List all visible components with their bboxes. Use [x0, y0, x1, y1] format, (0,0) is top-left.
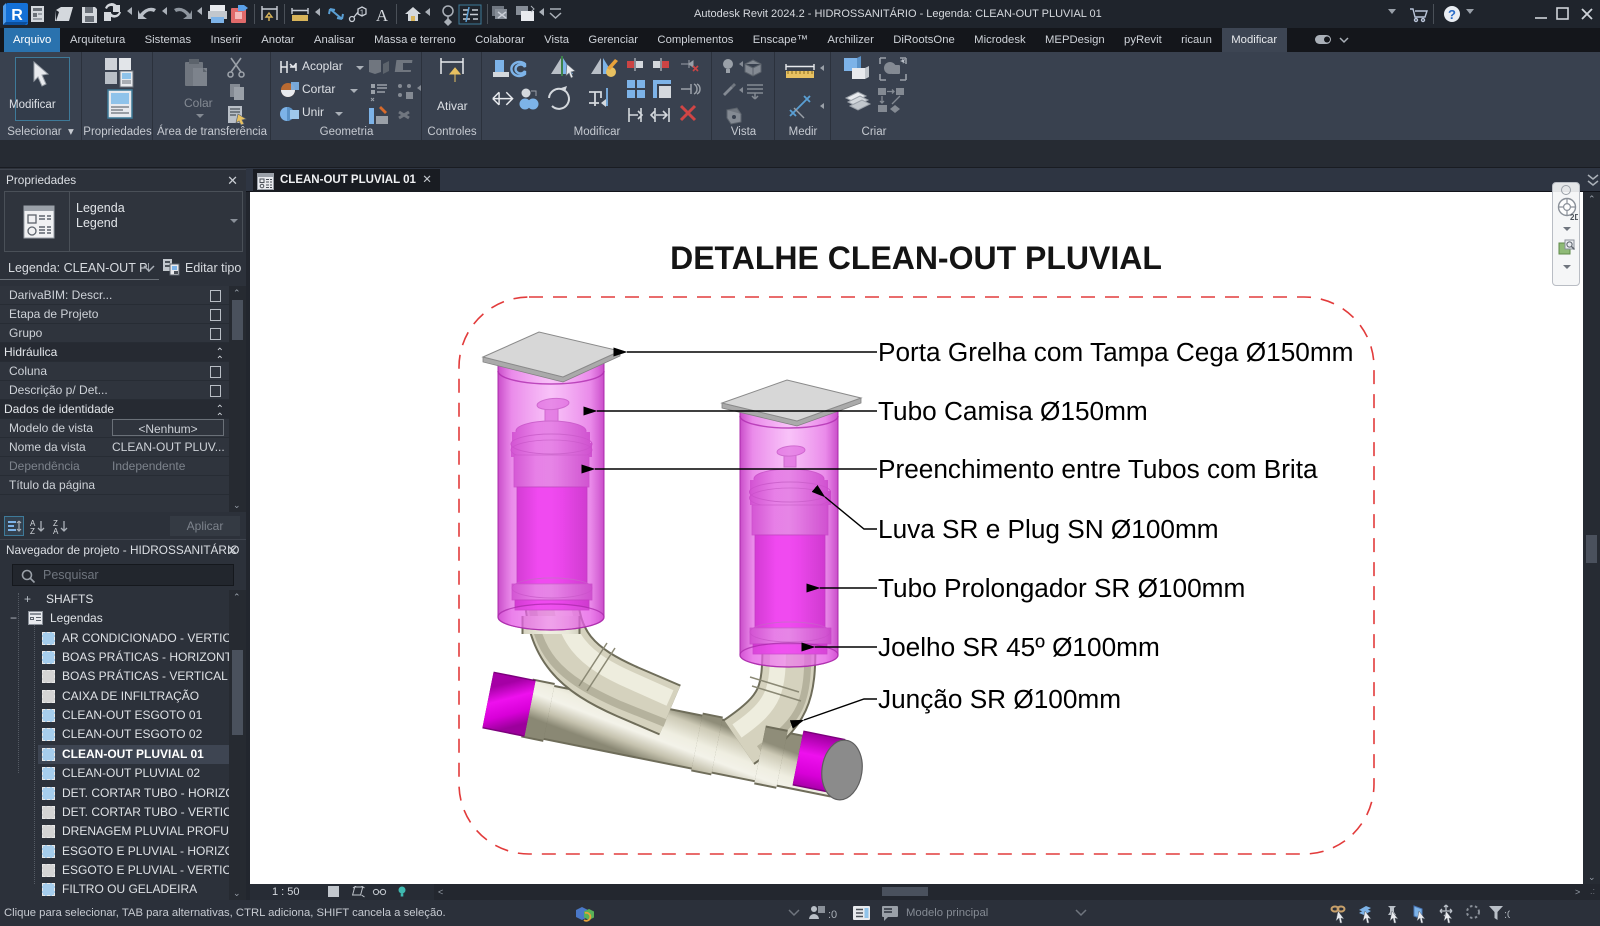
svg-text:Z: Z	[30, 527, 35, 535]
svg-text:Porta Grelha com Tampa Cega Ø1: Porta Grelha com Tampa Cega Ø150mm	[878, 337, 1353, 367]
svg-text:2D: 2D	[1570, 213, 1578, 221]
svg-text:Junção SR Ø100mm: Junção SR Ø100mm	[878, 684, 1121, 714]
svg-text:A: A	[376, 6, 389, 25]
svg-text:?: ?	[1448, 7, 1456, 22]
svg-text:1: 1	[360, 9, 365, 18]
svg-text::0: :0	[828, 909, 837, 921]
svg-text:R: R	[11, 7, 23, 24]
svg-text:A: A	[53, 527, 59, 535]
svg-text:Preenchimento entre Tubos com: Preenchimento entre Tubos com Brita	[878, 454, 1318, 484]
svg-text:Tubo Camisa Ø150mm: Tubo Camisa Ø150mm	[878, 396, 1148, 426]
svg-text:DETALHE CLEAN-OUT PLUVIAL: DETALHE CLEAN-OUT PLUVIAL	[670, 240, 1162, 276]
svg-text:Luva SR e Plug SN Ø100mm: Luva SR e Plug SN Ø100mm	[878, 514, 1219, 544]
svg-text:Joelho SR 45º Ø100mm: Joelho SR 45º Ø100mm	[878, 632, 1160, 662]
svg-text::0: :0	[1504, 909, 1510, 921]
svg-text:Tubo Prolongador SR Ø100mm: Tubo Prolongador SR Ø100mm	[878, 573, 1245, 603]
